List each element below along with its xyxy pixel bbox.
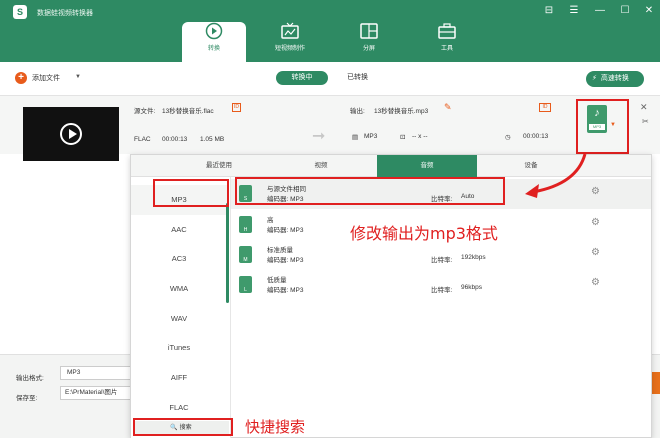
output-label: 输出: bbox=[350, 108, 365, 115]
cut-icon[interactable]: ✂ bbox=[642, 117, 649, 126]
tab-label: 短视频制作 bbox=[274, 46, 305, 52]
close-icon[interactable]: ✕ bbox=[640, 102, 648, 113]
annotation-arrow-icon bbox=[525, 153, 587, 198]
resize-icon: ⊡ bbox=[400, 134, 406, 141]
output-format: MP3 bbox=[364, 133, 378, 140]
high-speed-convert-button[interactable]: ⚡ 高速转换 bbox=[586, 71, 644, 87]
format-scrollbar[interactable] bbox=[226, 203, 229, 303]
tab-short-video[interactable]: 短视频制作 bbox=[260, 22, 320, 62]
preset-encoder: 编码器: MP3 bbox=[267, 287, 304, 294]
highlight-box-preset bbox=[235, 177, 505, 205]
output-size: -- x -- bbox=[412, 133, 428, 140]
preset-row-standard[interactable]: M 标准质量 编码器: MP3 比特率: 192kbps ⚙ bbox=[231, 240, 651, 270]
tab-label: 转换 bbox=[207, 46, 220, 52]
ptab-audio[interactable]: 音频 bbox=[377, 155, 477, 177]
format-list: MP3 AAC AC3 WMA WAV iTunes AIFF FLAC bbox=[131, 177, 231, 438]
app-logo: S bbox=[13, 5, 27, 19]
ptab-recent[interactable]: 最近使用 bbox=[171, 155, 267, 177]
close-window-button[interactable]: ✕ bbox=[642, 4, 656, 18]
convert-icon bbox=[205, 22, 223, 40]
subtab-converting[interactable]: 转换中 bbox=[276, 71, 328, 85]
tab-split-screen[interactable]: 分屏 bbox=[339, 22, 399, 62]
format-item-aac[interactable]: AAC bbox=[131, 215, 227, 245]
edit-icon[interactable]: ✎ bbox=[444, 102, 452, 113]
tab-label: 分屏 bbox=[362, 46, 375, 52]
add-file-button[interactable]: + 添加文件 bbox=[15, 71, 60, 85]
tab-tools[interactable]: 工具 bbox=[417, 22, 477, 62]
output-format-label: 输出格式: bbox=[16, 375, 44, 382]
preset-name: 高 bbox=[267, 217, 274, 224]
toolbox-icon bbox=[438, 23, 456, 39]
add-file-label: 添加文件 bbox=[32, 75, 60, 82]
preset-encoder: 编码器: MP3 bbox=[267, 257, 304, 264]
source-size: 1.05 MB bbox=[200, 136, 225, 143]
feedback-icon[interactable]: ⊟ bbox=[542, 4, 556, 18]
source-file-name: 13秒替换音乐.flac bbox=[162, 108, 214, 115]
source-info-icon[interactable]: ID bbox=[232, 103, 241, 112]
app-title: 数据蛙视频转换器 bbox=[37, 10, 93, 17]
chevron-down-icon[interactable]: ▼ bbox=[75, 74, 81, 80]
preset-bitrate: 192kbps bbox=[461, 254, 486, 261]
tv-icon bbox=[281, 22, 299, 39]
arrow-right-icon: ➞ bbox=[312, 128, 326, 145]
title-bar: S 数据蛙视频转换器 ⊟ ☰ — ☐ ✕ 转换 短视频制作 分屏 工具 bbox=[0, 0, 660, 62]
plus-icon: + bbox=[15, 72, 27, 84]
tab-convert[interactable]: 转换 bbox=[182, 22, 246, 62]
output-format-select[interactable]: MP3 bbox=[60, 366, 135, 380]
preset-bitrate-label: 比特率: bbox=[431, 257, 453, 264]
save-to-label: 保存至: bbox=[16, 395, 38, 402]
annotation-quick-search: 快捷搜索 bbox=[245, 418, 306, 436]
film-icon: ▤ bbox=[352, 134, 359, 141]
preset-file-icon: M bbox=[239, 246, 252, 263]
save-path-input[interactable]: E:\PrMaterial\图片 bbox=[60, 386, 135, 400]
preset-bitrate: 96kbps bbox=[461, 284, 482, 291]
play-icon[interactable] bbox=[60, 123, 82, 145]
video-thumbnail[interactable] bbox=[23, 107, 119, 161]
highlight-box-format bbox=[576, 99, 629, 154]
format-item-wav[interactable]: WAV bbox=[131, 304, 227, 334]
gear-icon[interactable]: ⚙ bbox=[591, 277, 600, 288]
minimize-button[interactable]: — bbox=[593, 4, 607, 18]
highlight-box-search bbox=[133, 418, 233, 436]
preset-bitrate-label: 比特率: bbox=[431, 287, 453, 294]
tab-label: 工具 bbox=[440, 46, 453, 52]
toolbar: + 添加文件 ▼ 转换中 已转换 ⚡ 高速转换 bbox=[0, 62, 660, 96]
preset-row-low[interactable]: L 低质量 编码器: MP3 比特率: 96kbps ⚙ bbox=[231, 270, 651, 300]
output-file-name: 13秒替换音乐.mp3 bbox=[374, 108, 429, 115]
ptab-video[interactable]: 视频 bbox=[273, 155, 369, 177]
format-item-wma[interactable]: WMA bbox=[131, 274, 227, 304]
subtab-converted[interactable]: 已转换 bbox=[347, 71, 368, 85]
lightning-icon: ⚡ bbox=[592, 75, 597, 82]
format-item-aiff[interactable]: AIFF bbox=[131, 363, 227, 393]
maximize-button[interactable]: ☐ bbox=[618, 4, 632, 18]
output-duration: 00:00:13 bbox=[523, 133, 549, 140]
source-label: 源文件: bbox=[134, 108, 156, 115]
preset-encoder: 编码器: MP3 bbox=[267, 227, 304, 234]
gear-icon[interactable]: ⚙ bbox=[591, 247, 600, 258]
format-item-itunes[interactable]: iTunes bbox=[131, 333, 227, 363]
preset-file-icon: L bbox=[239, 276, 252, 293]
highlight-box-mp3 bbox=[153, 179, 229, 207]
menu-icon[interactable]: ☰ bbox=[567, 4, 581, 18]
split-screen-icon bbox=[360, 23, 378, 39]
format-item-ac3[interactable]: AC3 bbox=[131, 244, 227, 274]
preset-name: 低质量 bbox=[267, 277, 287, 284]
annotation-modify-output: 修改输出为mp3格式 bbox=[350, 224, 498, 243]
clock-icon: ◷ bbox=[505, 134, 511, 141]
preset-name: 标准质量 bbox=[267, 247, 293, 254]
source-format: FLAC bbox=[134, 136, 151, 143]
preset-file-icon: H bbox=[239, 216, 252, 233]
source-duration: 00:00:13 bbox=[162, 136, 188, 143]
high-speed-label: 高速转换 bbox=[600, 75, 629, 82]
gear-icon[interactable]: ⚙ bbox=[591, 217, 600, 228]
output-info-icon[interactable]: ID bbox=[539, 103, 551, 112]
